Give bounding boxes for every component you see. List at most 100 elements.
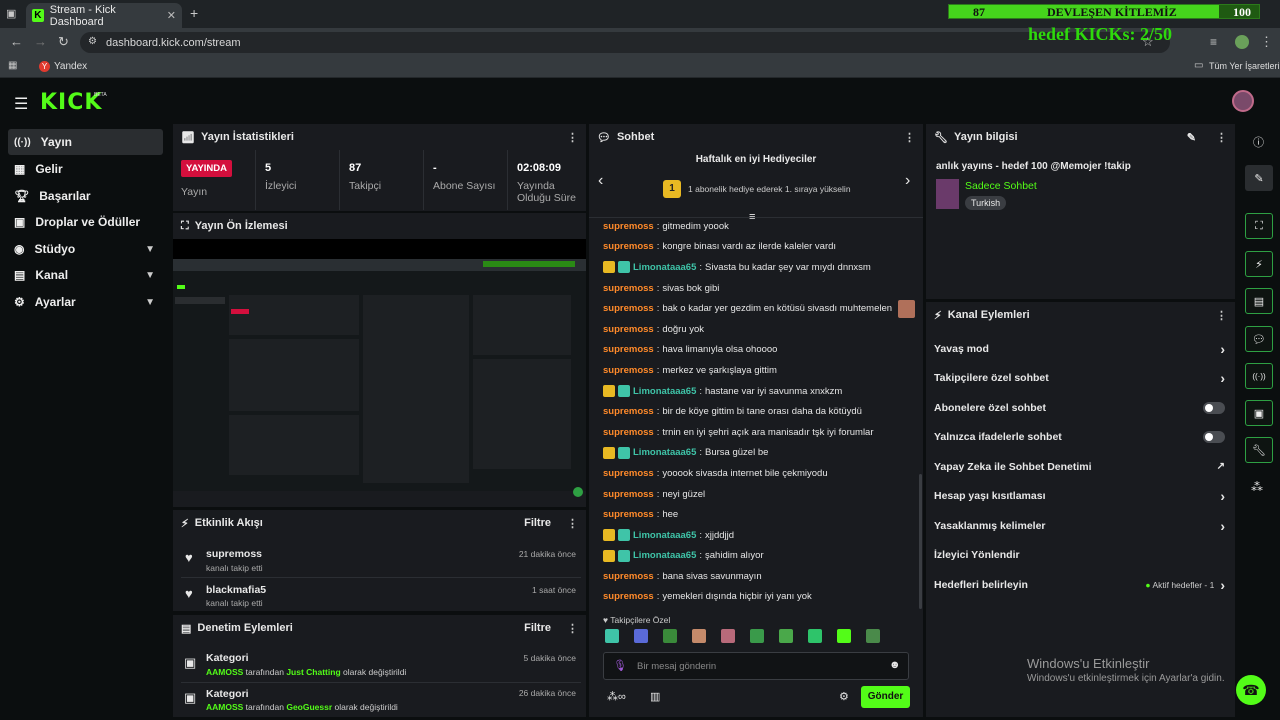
moderation-filter-button[interactable]: Filtre — [524, 622, 551, 634]
chat-input[interactable]: 🎙︎ Bir mesaj gönderin ☻ — [603, 652, 909, 680]
emote[interactable] — [808, 629, 822, 643]
activity-toolbar-button[interactable]: ⚡︎ — [1245, 251, 1273, 277]
microphone-icon[interactable]: 🎙︎ — [613, 659, 627, 672]
channel-actions-toolbar-button[interactable]: ▣ — [1245, 400, 1273, 426]
browser-tab[interactable]: K Stream - Kick Dashboard ✕ — [26, 3, 182, 28]
channel-action-item[interactable]: Takipçilere özel sohbet › — [926, 364, 1235, 394]
chat-username[interactable]: supremoss — [603, 344, 654, 355]
chat-username[interactable]: Limonataaa65 — [633, 550, 696, 561]
more-options-icon[interactable]: ⋮ — [567, 622, 578, 635]
emote[interactable] — [779, 629, 793, 643]
activity-user[interactable]: supremoss — [206, 548, 262, 560]
chat-username[interactable]: supremoss — [603, 406, 654, 417]
chat-username[interactable]: supremoss — [603, 221, 654, 232]
apps-icon[interactable]: ⁂ — [1251, 480, 1263, 494]
more-options-icon[interactable]: ⋮ — [1216, 131, 1227, 144]
activity-user[interactable]: blackmafia5 — [206, 584, 266, 596]
chat-username[interactable]: Limonataaa65 — [633, 530, 696, 541]
settings-toolbar-button[interactable]: 🔧︎ — [1245, 437, 1273, 463]
info-icon[interactable]: ⓘ — [1253, 134, 1264, 150]
emote[interactable] — [866, 629, 880, 643]
reload-icon[interactable]: ↻ — [58, 34, 69, 50]
preview-toolbar-button[interactable]: ⛶ — [1245, 213, 1273, 239]
hamburger-menu-icon[interactable]: ☰ — [14, 94, 28, 114]
channel-action-item[interactable]: Abonelere özel sohbet — [926, 393, 1235, 423]
chat-toolbar-button[interactable]: 💬︎ — [1245, 326, 1273, 352]
emote[interactable] — [605, 629, 619, 643]
moderation-toolbar-button[interactable]: ▤ — [1245, 288, 1273, 314]
more-options-icon[interactable]: ⋮ — [567, 517, 578, 530]
broadcast-toolbar-button[interactable]: ((·)) — [1245, 363, 1273, 389]
chat-username[interactable]: supremoss — [603, 468, 654, 479]
edit-icon[interactable]: ✎ — [1187, 131, 1196, 144]
sidebar-item-ayarlar[interactable]: ⚙ Ayarlar ▼ — [8, 289, 163, 315]
emoji-icon[interactable]: ☻ — [889, 659, 901, 671]
store-icon[interactable]: ▥ — [650, 690, 660, 703]
chat-username[interactable]: supremoss — [603, 303, 654, 314]
channel-action-item[interactable]: Yavaş mod › — [926, 334, 1235, 364]
chevron-right-icon[interactable]: › — [905, 172, 910, 190]
bookmark-star-icon[interactable]: ☆ — [1142, 34, 1154, 50]
chat-username[interactable]: supremoss — [603, 427, 654, 438]
tab-close-icon[interactable]: ✕ — [167, 9, 176, 22]
apps-grid-icon[interactable]: ▦ — [8, 60, 17, 71]
stream-category[interactable]: Sadece Sohbet — [965, 180, 1037, 192]
edit-toolbar-button[interactable]: ✎ — [1245, 165, 1273, 191]
chat-username[interactable]: supremoss — [603, 324, 654, 335]
sidebar-item-basarilar[interactable]: 🏆︎ Başarılar — [8, 183, 163, 209]
stream-preview-video[interactable] — [173, 259, 586, 497]
sidebar-item-yayin[interactable]: ((·)) Yayın — [8, 129, 163, 155]
toggle-switch[interactable] — [1203, 431, 1225, 444]
tab-search-icon[interactable]: ▣ — [6, 7, 16, 20]
send-button[interactable]: Gönder — [861, 686, 910, 708]
chat-scrollbar[interactable] — [919, 474, 922, 609]
url-field[interactable]: ⚙ dashboard.kick.com/stream — [80, 32, 1170, 53]
reward-icon[interactable]: ⁂∞ — [607, 690, 626, 703]
emote[interactable] — [721, 629, 735, 643]
channel-action-item[interactable]: Yalnızca ifadelerle sohbet — [926, 423, 1235, 453]
forward-icon[interactable]: → — [34, 34, 47, 49]
sidebar-item-droplar[interactable]: ▣ Droplar ve Ödüller — [8, 209, 163, 235]
sidebar-item-kanal[interactable]: ▤ Kanal ▼ — [8, 262, 163, 288]
user-avatar[interactable] — [1232, 90, 1254, 112]
chat-username[interactable]: supremoss — [603, 365, 654, 376]
chat-username[interactable]: Limonataaa65 — [633, 447, 696, 458]
channel-action-item[interactable]: İzleyici Yönlendir — [926, 541, 1235, 571]
gifter-rank-badge: 1 — [663, 180, 681, 198]
chat-username[interactable]: supremoss — [603, 283, 654, 294]
browser-menu-icon[interactable]: ⋮ — [1260, 34, 1273, 50]
more-options-icon[interactable]: ⋮ — [904, 131, 915, 144]
sidebar-item-studyo[interactable]: ◉ Stüdyo ▼ — [8, 236, 163, 262]
emote[interactable] — [634, 629, 648, 643]
bookmark-yandex[interactable]: Yandex — [54, 61, 87, 72]
chat-username[interactable]: supremoss — [603, 241, 654, 252]
back-icon[interactable]: ← — [10, 34, 23, 49]
channel-action-item[interactable]: Yapay Zeka ile Sohbet Denetimi ↗ — [926, 452, 1235, 482]
chat-username[interactable]: supremoss — [603, 489, 654, 500]
emote[interactable] — [750, 629, 764, 643]
more-options-icon[interactable]: ⋮ — [1216, 309, 1227, 322]
chat-username[interactable]: supremoss — [603, 571, 654, 582]
emote[interactable] — [692, 629, 706, 643]
new-tab-icon[interactable]: + — [190, 5, 198, 21]
channel-action-item[interactable]: Hesap yaşı kısıtlaması › — [926, 482, 1235, 512]
toggle-switch[interactable] — [1203, 401, 1225, 414]
emote[interactable] — [837, 629, 851, 643]
emote[interactable] — [663, 629, 677, 643]
chat-settings-icon[interactable]: ⚙ — [839, 690, 849, 703]
activity-filter-button[interactable]: Filtre — [524, 517, 551, 529]
chevron-left-icon[interactable]: ‹ — [598, 172, 603, 190]
chat-username[interactable]: supremoss — [603, 509, 654, 520]
chat-username[interactable]: Limonataaa65 — [633, 262, 696, 273]
profile-avatar-icon[interactable] — [1235, 35, 1249, 49]
chat-username[interactable]: Limonataaa65 — [633, 386, 696, 397]
all-bookmarks-link[interactable]: Tüm Yer İşaretleri — [1209, 61, 1280, 71]
site-info-icon[interactable]: ⚙ — [88, 36, 97, 47]
sidebar-item-gelir[interactable]: ▦ Gelir — [8, 156, 163, 182]
more-options-icon[interactable]: ⋮ — [567, 131, 578, 144]
media-icon[interactable]: ≡ — [1210, 35, 1217, 49]
chat-username[interactable]: supremoss — [603, 591, 654, 602]
channel-action-item[interactable]: Hedefleri belirleyin ● Aktif hedefler - 1… — [926, 570, 1235, 600]
channel-action-item[interactable]: Yasaklanmış kelimeler › — [926, 511, 1235, 541]
support-chat-icon[interactable]: ☎︎ — [1236, 675, 1266, 705]
